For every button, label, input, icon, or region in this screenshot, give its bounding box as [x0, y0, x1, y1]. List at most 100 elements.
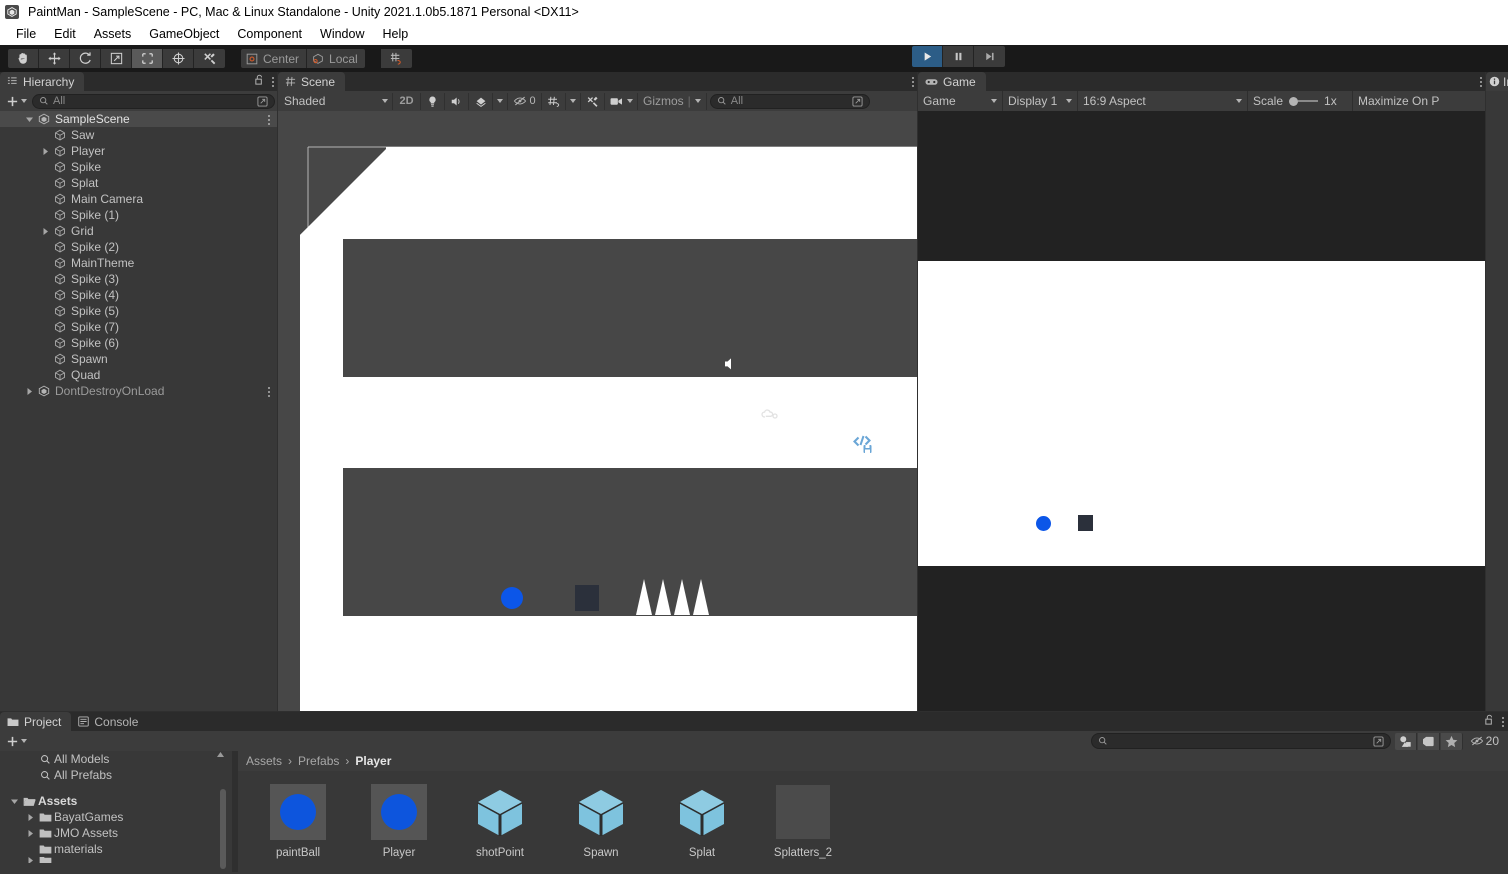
scene-menu-icon[interactable] — [912, 76, 914, 87]
project-search-input[interactable] — [1090, 733, 1391, 749]
hierarchy-item-spike-6[interactable]: Spike (6) — [0, 335, 278, 351]
hierarchy-item-spike-1[interactable]: Spike (1) — [0, 207, 278, 223]
hierarchy-scene-splitter[interactable] — [277, 72, 278, 712]
breadcrumb-prefabs[interactable]: Prefabs — [298, 754, 339, 768]
transform-tool-icon[interactable] — [163, 49, 194, 68]
project-tree-item-all-models[interactable]: All Models — [0, 751, 232, 767]
hierarchy-item-splat[interactable]: Splat — [0, 175, 278, 191]
project-tree-item-materials[interactable]: materials — [0, 841, 232, 857]
label-filter-icon[interactable] — [1417, 732, 1440, 750]
play-button-icon[interactable] — [912, 46, 943, 67]
game-maximize-toggle[interactable]: Maximize On P — [1353, 91, 1463, 111]
rect-tool-icon[interactable] — [132, 49, 163, 68]
favorite-filter-icon[interactable] — [1440, 732, 1463, 750]
grid-snap-icon[interactable] — [380, 49, 412, 68]
scene-tools-icon[interactable] — [581, 92, 605, 110]
row-menu-icon[interactable] — [268, 115, 270, 125]
project-tree-scrollbar[interactable] — [220, 789, 226, 869]
expand-arrow-icon[interactable] — [22, 115, 36, 124]
project-hidden-packages-toggle[interactable]: 20 — [1470, 734, 1499, 748]
asset-item-spawn[interactable]: Spawn — [563, 783, 639, 859]
hierarchy-item-spike-7[interactable]: Spike (7) — [0, 319, 278, 335]
tab-hierarchy[interactable]: Hierarchy — [0, 72, 85, 91]
scene-camera-icon[interactable] — [605, 92, 638, 110]
hierarchy-item-maintheme[interactable]: MainTheme — [0, 255, 278, 271]
scene-game-splitter[interactable] — [917, 72, 918, 712]
expand-arrow-icon[interactable] — [22, 387, 36, 396]
project-menu-icon[interactable] — [1502, 716, 1504, 727]
hierarchy-item-spike[interactable]: Spike — [0, 159, 278, 175]
scene-search-input[interactable]: All — [709, 93, 870, 109]
shading-mode-dropdown[interactable]: Shaded — [280, 92, 393, 110]
breadcrumb-assets[interactable]: Assets — [246, 754, 282, 768]
top-project-splitter[interactable] — [0, 711, 1508, 712]
grid-dropdown-arrow[interactable] — [566, 92, 581, 110]
hierarchy-search-input[interactable]: All — [32, 93, 275, 109]
project-tree[interactable]: All Models All Prefabs Assets BayatGames JMO… — [0, 751, 232, 872]
hierarchy-item-spike-3[interactable]: Spike (3) — [0, 271, 278, 287]
game-scale-slider[interactable]: Scale 1x — [1248, 91, 1353, 111]
expand-arrow-icon[interactable] — [24, 857, 36, 863]
hierarchy-item-spike-5[interactable]: Spike (5) — [0, 303, 278, 319]
menu-gameobject[interactable]: GameObject — [140, 23, 228, 45]
asset-grid[interactable]: paintBall Player shotPoint Spawn Splat Splatt… — [238, 771, 1508, 859]
tab-game[interactable]: Game — [918, 72, 986, 91]
game-aspect-dropdown[interactable]: 16:9 Aspect — [1078, 91, 1248, 111]
step-button-icon[interactable] — [974, 46, 1005, 67]
gizmos-dropdown[interactable]: Gizmos | — [638, 92, 707, 110]
lighting-toggle-icon[interactable] — [421, 92, 445, 110]
asset-item-shotpoint[interactable]: shotPoint — [462, 783, 538, 859]
menu-file[interactable]: File — [7, 23, 45, 45]
tab-console[interactable]: Console — [71, 712, 148, 731]
expand-arrow-icon[interactable] — [8, 797, 20, 806]
scene-viewport[interactable] — [278, 111, 918, 712]
project-tree-item-partial[interactable] — [0, 857, 232, 863]
project-tree-item-all-prefabs[interactable]: All Prefabs — [0, 767, 232, 783]
asset-item-paintball[interactable]: paintBall — [260, 783, 336, 859]
hierarchy-menu-icon[interactable] — [272, 76, 274, 87]
game-display-dropdown[interactable]: Display 1 — [1003, 91, 1078, 111]
project-tree-item-bayatgames[interactable]: BayatGames — [0, 809, 232, 825]
menu-component[interactable]: Component — [228, 23, 311, 45]
player-ball-object[interactable] — [501, 587, 523, 609]
tab-project[interactable]: Project — [0, 712, 72, 731]
project-tree-item-jmo-assets[interactable]: JMO Assets — [0, 825, 232, 841]
spikes-object[interactable] — [636, 579, 716, 617]
row-menu-icon[interactable] — [268, 387, 270, 397]
block-object[interactable] — [575, 585, 599, 611]
effects-icon[interactable] — [469, 92, 493, 110]
game-inspector-splitter[interactable] — [1485, 72, 1486, 712]
hidden-objects-toggle[interactable]: 0 — [508, 92, 542, 110]
audio-toggle-icon[interactable] — [445, 92, 469, 110]
project-add-button[interactable] — [3, 735, 30, 748]
custom-tool-icon[interactable] — [194, 49, 225, 68]
hand-tool-icon[interactable] — [8, 49, 39, 68]
expand-arrow-icon[interactable] — [24, 829, 36, 838]
hierarchy-item-spike-2[interactable]: Spike (2) — [0, 239, 278, 255]
space-mode-button[interactable]: Local — [307, 49, 365, 68]
scale-tool-icon[interactable] — [101, 49, 132, 68]
game-viewport[interactable] — [918, 111, 1486, 712]
move-tool-icon[interactable] — [39, 49, 70, 68]
hierarchy-item-quad[interactable]: Quad — [0, 367, 278, 383]
expand-arrow-icon[interactable] — [24, 813, 36, 822]
hierarchy-item-samplescene[interactable]: SampleScene — [0, 111, 278, 127]
menu-assets[interactable]: Assets — [85, 23, 141, 45]
project-tree-item-assets[interactable]: Assets — [0, 793, 232, 809]
hierarchy-item-player[interactable]: Player — [0, 143, 278, 159]
rotate-tool-icon[interactable] — [70, 49, 101, 68]
hierarchy-item-grid[interactable]: Grid — [0, 223, 278, 239]
expand-arrow-icon[interactable] — [38, 147, 52, 156]
game-menu-icon[interactable] — [1480, 76, 1482, 87]
menu-edit[interactable]: Edit — [45, 23, 85, 45]
hierarchy-item-dontdestroyonload[interactable]: DontDestroyOnLoad — [0, 383, 278, 399]
hierarchy-list[interactable]: SampleScene Saw Player Spike Splat Main Camer… — [0, 111, 278, 399]
pause-button-icon[interactable] — [943, 46, 974, 67]
asset-type-filter-icon[interactable] — [1394, 732, 1417, 750]
menu-help[interactable]: Help — [373, 23, 417, 45]
game-viewmode-dropdown[interactable]: Game — [918, 91, 1003, 111]
project-tree-scroll-up-arrow[interactable] — [216, 751, 225, 759]
lock-open-icon[interactable] — [254, 74, 265, 89]
hierarchy-item-spawn[interactable]: Spawn — [0, 351, 278, 367]
hierarchy-add-button[interactable] — [3, 95, 30, 108]
